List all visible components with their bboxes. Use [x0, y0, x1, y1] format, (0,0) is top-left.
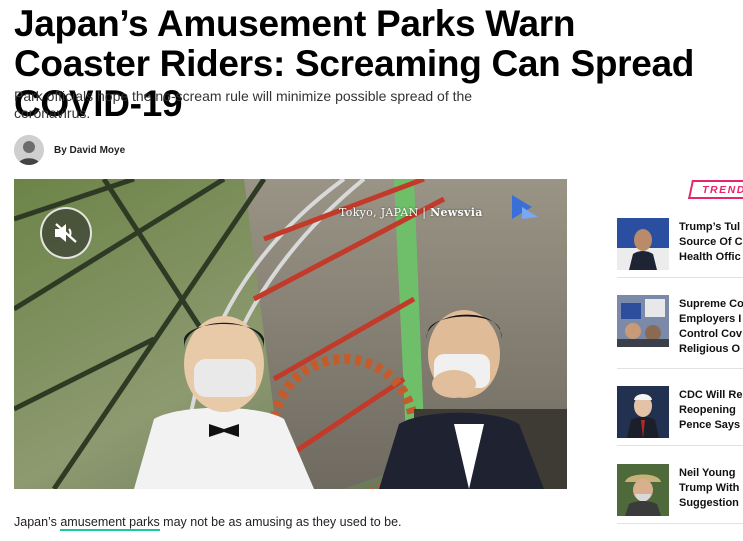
author-name[interactable]: By David Moye — [54, 145, 125, 156]
trending-label: TRENDING — [702, 184, 743, 196]
trending-line: CDC Will Re — [679, 389, 743, 401]
amusement-parks-link[interactable]: amusement parks — [60, 515, 160, 531]
trending-line: Trump With — [679, 482, 740, 494]
trending-item-2[interactable]: Supreme Co Employers I Control Cov Relig… — [617, 295, 743, 369]
trending-line: Supreme Co — [679, 298, 743, 310]
video-player[interactable]: Tokyo, JAPAN | Newsvia — [14, 179, 567, 489]
body-text-start: Japan’s — [14, 515, 61, 529]
watermark-separator: | — [418, 206, 431, 219]
newsvia-logo-icon — [512, 195, 538, 219]
author-avatar[interactable] — [14, 135, 44, 165]
mute-button[interactable] — [40, 207, 92, 259]
trending-line: Control Cov — [679, 328, 742, 340]
trending-item-3[interactable]: CDC Will Re Reopening Pence Says — [617, 386, 743, 446]
trending-thumbnail-4[interactable] — [617, 464, 669, 516]
trending-title-2[interactable]: Supreme Co Employers I Control Cov Relig… — [679, 295, 743, 368]
trending-line: Reopening — [679, 404, 736, 416]
watermark-location: Tokyo, JAPAN — [339, 206, 419, 219]
video-frame — [14, 179, 567, 489]
trending-title-4[interactable]: Neil Young Trump With Suggestion — [679, 464, 743, 523]
trending-line: Health Offic — [679, 251, 741, 263]
trending-thumbnail-3[interactable] — [617, 386, 669, 438]
trending-thumbnail-1[interactable] — [617, 218, 669, 270]
speaker-muted-icon — [55, 223, 77, 243]
trending-item-4[interactable]: Neil Young Trump With Suggestion — [617, 464, 743, 524]
trending-line: Pence Says — [679, 419, 741, 431]
body-text-end: may not be as amusing as they used to be… — [159, 515, 402, 529]
article-subhead: Park officials hope the no-scream rule w… — [14, 88, 473, 121]
trending-badge: TRENDING — [687, 180, 743, 199]
trending-item-1[interactable]: Trump’s Tul Source Of C Health Offic — [617, 218, 743, 278]
trending-line: Neil Young — [679, 467, 736, 479]
article-body-paragraph: Japan’s amusement parks may not be as am… — [14, 515, 402, 531]
trending-line: Religious O — [679, 343, 741, 355]
byline: By David Moye — [14, 134, 125, 166]
trending-line: Suggestion — [679, 497, 739, 509]
trending-line: Trump’s Tul — [679, 221, 741, 233]
video-watermark: Tokyo, JAPAN | Newsvia — [339, 206, 483, 219]
trending-title-3[interactable]: CDC Will Re Reopening Pence Says — [679, 386, 743, 445]
trending-thumbnail-2[interactable] — [617, 295, 669, 347]
watermark-brand: Newsvia — [430, 206, 483, 219]
trending-line: Source Of C — [679, 236, 743, 248]
trending-line: Employers I — [679, 313, 742, 325]
trending-title-1[interactable]: Trump’s Tul Source Of C Health Offic — [679, 218, 743, 277]
